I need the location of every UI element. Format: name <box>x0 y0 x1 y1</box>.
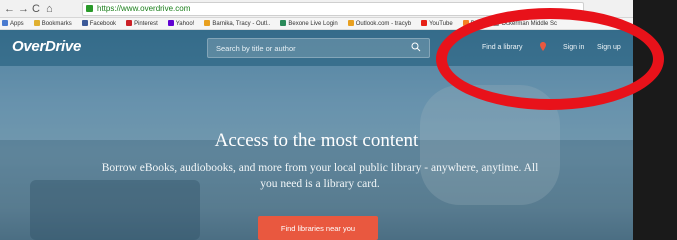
search-box <box>207 38 430 58</box>
bookmark-label: Bexone Live Login <box>288 21 338 27</box>
bookmark-item[interactable]: Pinterest <box>124 18 158 29</box>
bookmark-item[interactable]: Bexone Live Login <box>278 18 338 29</box>
bookmark-label: Apps <box>10 21 24 27</box>
bookmark-label: Outlook.com - tracyb <box>355 21 412 27</box>
bookmark-label: Yahoo! <box>175 21 195 27</box>
bexone-icon <box>280 20 287 27</box>
bookmark-label: Pinterest <box>134 21 158 27</box>
outlook-icon <box>347 20 354 27</box>
bookmark-label: YouTube <box>429 21 453 27</box>
search-input[interactable] <box>216 41 406 56</box>
facebook-icon <box>81 20 88 27</box>
url-text: https://www.overdrive.com <box>97 4 191 13</box>
bookmark-item[interactable]: Apps <box>0 18 24 29</box>
forward-arrow-icon[interactable]: → <box>18 2 29 16</box>
hero-title: Access to the most content <box>214 130 419 151</box>
bookmark-item[interactable]: Barnika, Tracy - Outl.. <box>202 18 271 29</box>
bookmark-item[interactable]: Facebook <box>80 18 117 29</box>
overdrive-logo[interactable]: OverDrive <box>12 38 81 55</box>
youtube-icon <box>421 20 428 27</box>
bookmark-item[interactable]: Outlook.com - tracyb <box>346 18 412 29</box>
yahoo-icon <box>167 20 174 27</box>
star-icon <box>33 20 40 27</box>
reload-icon[interactable]: C <box>32 2 40 16</box>
home-icon[interactable]: ⌂ <box>46 2 53 16</box>
pinterest-icon <box>126 20 133 27</box>
bookmark-label: Facebook <box>89 21 117 27</box>
apps-icon <box>2 20 8 27</box>
outlook-icon <box>204 20 211 27</box>
back-arrow-icon[interactable]: ← <box>4 2 15 16</box>
bookmark-label: Barnika, Tracy - Outl.. <box>212 21 271 27</box>
hero-subtitle: Borrow eBooks, audiobooks, and more from… <box>101 162 539 190</box>
lock-icon <box>86 5 93 12</box>
bookmark-label: Bookmarks <box>41 21 72 27</box>
find-libraries-button[interactable]: Find libraries near you <box>258 216 378 240</box>
bookmark-item[interactable]: Yahoo! <box>166 18 195 29</box>
bookmark-item[interactable]: YouTube <box>419 18 453 29</box>
bookmark-item[interactable]: Bookmarks <box>32 18 72 29</box>
search-icon[interactable] <box>411 42 421 52</box>
red-annotation-circle <box>436 8 664 110</box>
